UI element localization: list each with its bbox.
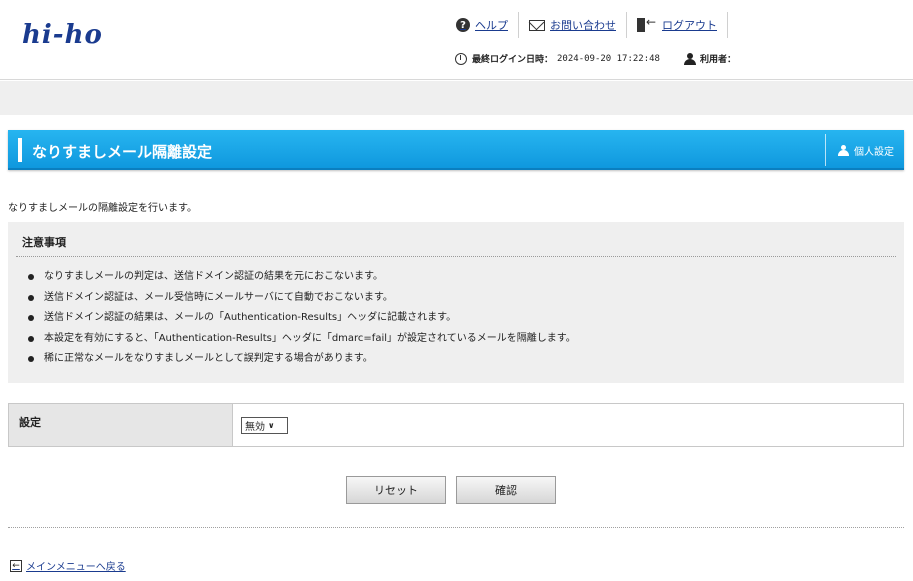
notice-title: 注意事項 xyxy=(22,236,66,249)
help-icon: ? xyxy=(456,18,470,32)
settings-value-cell: 無効 ∨ xyxy=(233,404,903,446)
help-link-label: ヘルプ xyxy=(475,19,508,32)
notice-list: なりすましメールの判定は、送信ドメイン認証の結果を元におこないます。 送信ドメイ… xyxy=(28,270,576,373)
title-accent-bar xyxy=(18,138,22,162)
select-value: 無効 xyxy=(245,422,265,433)
notice-divider xyxy=(16,256,896,257)
notice-box: 注意事項 なりすましメールの判定は、送信ドメイン認証の結果を元におこないます。 … xyxy=(8,222,904,383)
chevron-down-icon: ∨ xyxy=(268,421,275,430)
person-icon xyxy=(838,144,849,156)
confirm-button[interactable]: 確認 xyxy=(456,476,556,504)
page-title-bar: なりすましメール隔離設定 個人設定 xyxy=(8,130,904,170)
last-login-info: 最終ログイン日時： 2024-09-20 17:22:48 利用者： xyxy=(455,52,736,65)
contact-link-label: お問い合わせ xyxy=(550,19,616,32)
mail-icon xyxy=(529,19,545,31)
personal-settings-button[interactable]: 個人設定 xyxy=(825,134,904,166)
back-to-main-menu-link[interactable]: ← メインメニューへ戻る xyxy=(10,558,126,573)
notice-item: 稀に正常なメールをなりすましメールとして誤判定する場合があります。 xyxy=(28,352,576,373)
top-links: ? ヘルプ お問い合わせ ログアウト xyxy=(452,12,728,38)
user-label: 利用者： xyxy=(699,55,736,65)
header-gray-band xyxy=(0,81,913,115)
notice-item: 本設定を有効にすると、「Authentication-Results」ヘッダに「… xyxy=(28,332,576,353)
logout-door-icon xyxy=(637,15,657,32)
back-arrow-icon: ← xyxy=(10,559,22,572)
clock-icon xyxy=(455,52,467,65)
user-icon xyxy=(683,52,696,65)
user-info: 利用者： xyxy=(683,52,736,65)
page-title: なりすましメール隔離設定 xyxy=(32,143,213,161)
back-link-label: メインメニューへ戻る xyxy=(26,562,126,573)
settings-table: 設定 無効 ∨ xyxy=(8,403,904,447)
personal-settings-label: 個人設定 xyxy=(854,146,894,158)
page-description: なりすましメールの隔離設定を行います。 xyxy=(8,203,197,214)
logout-link-label: ログアウト xyxy=(662,19,717,32)
spoofing-quarantine-select[interactable]: 無効 ∨ xyxy=(241,417,288,434)
notice-item: 送信ドメイン認証の結果は、メールの「Authentication-Results… xyxy=(28,311,576,332)
hi-ho-logo[interactable]: hi-ho xyxy=(22,20,103,50)
notice-item: 送信ドメイン認証は、メール受信時にメールサーバにて自動でおこないます。 xyxy=(28,291,576,312)
page-header: hi-ho ? ヘルプ お問い合わせ ログアウト 最終ログイン日時： 2024-… xyxy=(0,0,913,80)
logout-link[interactable]: ログアウト xyxy=(626,12,728,38)
contact-link[interactable]: お問い合わせ xyxy=(518,12,626,38)
last-login-value: 2024-09-20 17:22:48 xyxy=(557,53,660,64)
notice-item: なりすましメールの判定は、送信ドメイン認証の結果を元におこないます。 xyxy=(28,270,576,291)
bottom-divider xyxy=(8,527,904,528)
settings-label: 設定 xyxy=(9,404,233,446)
last-login-label: 最終ログイン日時： xyxy=(472,55,554,65)
help-link[interactable]: ? ヘルプ xyxy=(452,12,518,38)
reset-button[interactable]: リセット xyxy=(346,476,446,504)
